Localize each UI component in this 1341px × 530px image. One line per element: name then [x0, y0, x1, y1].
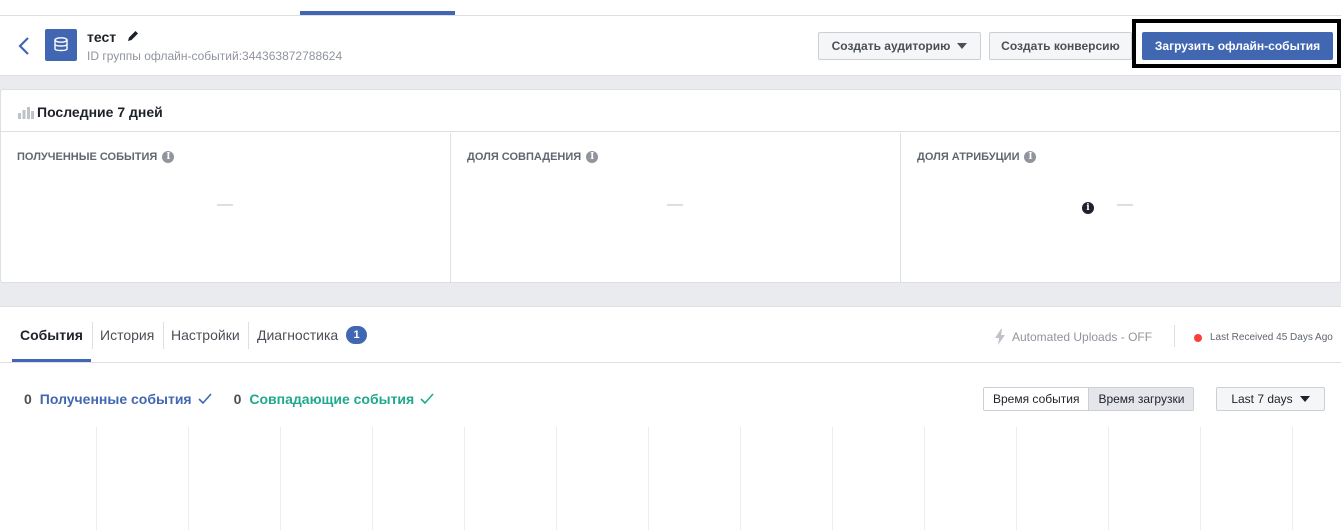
page-title: тест	[87, 29, 117, 45]
stat-value: —	[667, 196, 683, 213]
caret-down-icon	[1299, 396, 1310, 402]
create-audience-label: Создать аудиторию	[831, 39, 951, 53]
caret-down-icon	[957, 43, 968, 49]
stat-received-events: ПОЛУЧЕННЫЕ СОБЫТИЯ i —	[1, 133, 451, 283]
info-icon[interactable]: i	[162, 151, 175, 163]
tab-history[interactable]: История	[100, 327, 154, 343]
metric-name: Полученные события	[39, 391, 192, 407]
info-icon[interactable]: i	[1082, 202, 1094, 214]
tab-settings[interactable]: Настройки	[171, 327, 240, 343]
automated-uploads-label: Automated Uploads - OFF	[1012, 330, 1153, 344]
metric-count: 0	[233, 391, 242, 407]
stat-label-text: ДОЛЯ АТРИБУЦИИ	[917, 151, 1020, 163]
info-icon[interactable]: i	[586, 151, 599, 163]
stats-card: Последние 7 дней ПОЛУЧЕННЫЕ СОБЫТИЯ i — …	[0, 89, 1341, 283]
pencil-icon[interactable]	[126, 29, 140, 43]
tab-divider	[163, 322, 164, 349]
upload-offline-events-button[interactable]: Загрузить офлайн-события	[1142, 32, 1333, 60]
status-dot-icon	[1194, 333, 1202, 342]
tab-events[interactable]: События	[20, 327, 83, 343]
grid-line	[96, 427, 97, 530]
grid-line	[1292, 427, 1293, 530]
checkmark-icon	[420, 393, 434, 405]
event-set-id: ID группы офлайн-событий:344363872788624	[87, 49, 343, 63]
grid-line	[372, 427, 373, 530]
active-nav-indicator	[300, 11, 455, 15]
metric-name: Совпадающие события	[249, 391, 415, 407]
event-time-option[interactable]: Время события	[984, 388, 1089, 410]
create-conversion-button[interactable]: Создать конверсию	[989, 32, 1132, 60]
date-range-label: Last 7 days	[1231, 392, 1293, 406]
back-chevron-icon[interactable]	[15, 34, 35, 58]
metrics-legend: 0 Полученные события 0 Совпадающие событ…	[24, 391, 456, 407]
create-audience-button[interactable]: Создать аудиторию	[818, 32, 981, 60]
stat-value: —	[1117, 196, 1133, 213]
tab-divider	[248, 322, 249, 349]
diagnostics-count-badge: 1	[346, 326, 367, 344]
active-tab-indicator	[12, 359, 91, 362]
lightning-icon	[995, 329, 1005, 345]
date-range-dropdown[interactable]: Last 7 days	[1216, 387, 1325, 411]
stat-label: ДОЛЯ СОВПАДЕНИЯ i	[467, 151, 599, 163]
grid-line	[280, 427, 281, 530]
stat-label-text: ПОЛУЧЕННЫЕ СОБЫТИЯ	[17, 151, 158, 163]
metric-count: 0	[24, 391, 32, 407]
checkmark-icon	[198, 393, 212, 405]
period-label: Последние 7 дней	[37, 104, 163, 120]
offline-event-set-icon	[45, 29, 77, 61]
events-panel: События История Настройки Диагностика 1 …	[0, 306, 1341, 530]
grid-line	[556, 427, 557, 530]
grid-line	[1016, 427, 1017, 530]
divider	[1174, 325, 1175, 347]
tab-divider	[92, 322, 93, 349]
automated-uploads-status[interactable]: Automated Uploads - OFF	[994, 329, 1152, 345]
stat-value: —	[217, 196, 233, 213]
last-received-label: Last Received 45 Days Ago	[1210, 332, 1333, 343]
grid-line	[1200, 427, 1201, 530]
received-events-toggle[interactable]: 0 Полученные события	[24, 391, 212, 407]
grid-line	[740, 427, 741, 530]
stats-header: Последние 7 дней	[1, 90, 1340, 132]
page-header: тест ID группы офлайн-событий:3443638727…	[0, 16, 1341, 76]
tab-diagnostics[interactable]: Диагностика	[257, 327, 338, 343]
stat-label-text: ДОЛЯ СОВПАДЕНИЯ	[467, 151, 582, 163]
bar-chart-icon	[18, 107, 34, 119]
top-nav-strip	[0, 0, 1341, 16]
tab-bar: События История Настройки Диагностика 1 …	[0, 307, 1341, 363]
time-mode-toggle: Время события Время загрузки	[983, 387, 1195, 411]
last-received-status: Last Received 45 Days Ago	[1194, 332, 1333, 343]
stat-label: ДОЛЯ АТРИБУЦИИ i	[917, 151, 1037, 163]
stat-match-rate: ДОЛЯ СОВПАДЕНИЯ i —	[451, 133, 901, 283]
stat-label: ПОЛУЧЕННЫЕ СОБЫТИЯ i	[17, 151, 175, 163]
grid-line	[464, 427, 465, 530]
grid-line	[188, 427, 189, 530]
stat-attribution-rate: ДОЛЯ АТРИБУЦИИ i i —	[901, 133, 1341, 283]
grid-line	[1108, 427, 1109, 530]
upload-time-option[interactable]: Время загрузки	[1088, 388, 1194, 410]
info-icon[interactable]: i	[1024, 151, 1037, 163]
grid-line	[924, 427, 925, 530]
matched-events-toggle[interactable]: 0 Совпадающие события	[234, 391, 435, 407]
grid-line	[832, 427, 833, 530]
grid-line	[648, 427, 649, 530]
